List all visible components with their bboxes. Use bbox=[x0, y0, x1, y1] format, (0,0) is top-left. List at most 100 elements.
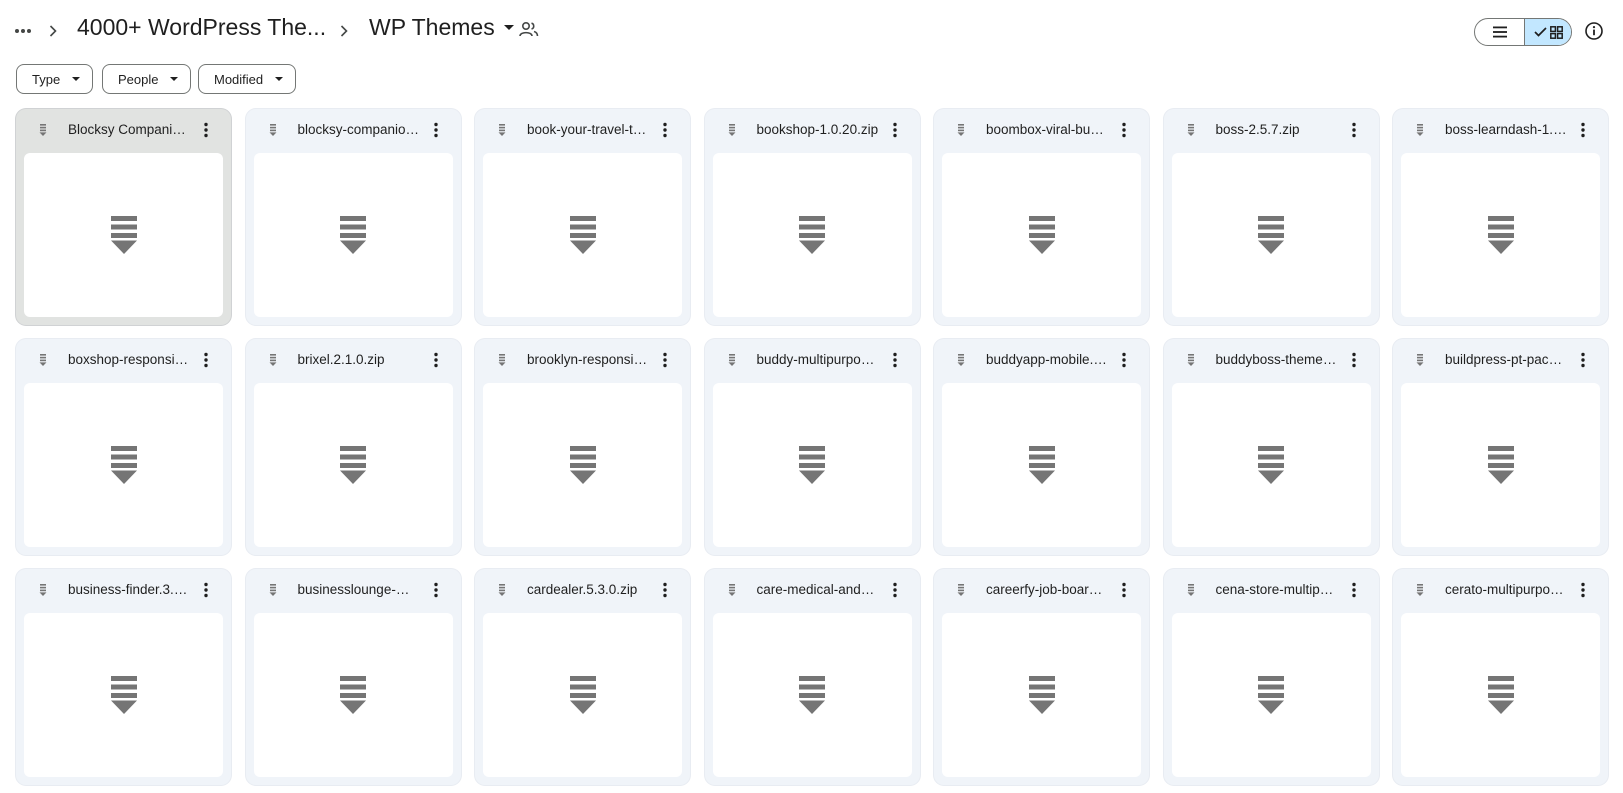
file-card-header: boxshop-responsive.zip bbox=[16, 339, 231, 381]
breadcrumb-current-folder[interactable]: WP Themes bbox=[369, 14, 515, 41]
dropdown-arrow-icon bbox=[170, 77, 179, 81]
file-card-header: buddyapp-mobile.zip bbox=[934, 339, 1149, 381]
file-thumbnail bbox=[712, 613, 912, 777]
check-icon bbox=[1533, 27, 1547, 37]
zip-archive-icon bbox=[1028, 676, 1055, 714]
more-actions-button[interactable] bbox=[885, 350, 905, 370]
more-vert-icon bbox=[1122, 122, 1126, 138]
view-details-button[interactable] bbox=[1584, 21, 1606, 43]
breadcrumb-parent[interactable]: 4000+ WordPress The... bbox=[77, 14, 326, 41]
more-breadcrumbs-button[interactable] bbox=[10, 18, 36, 44]
file-name: Blocksy Companion Pro.zip bbox=[68, 122, 190, 137]
more-vert-icon bbox=[204, 352, 208, 368]
file-card[interactable]: boss-2.5.7.zip bbox=[1163, 109, 1379, 325]
file-card-header: brooklyn-responsive.zip bbox=[475, 339, 690, 381]
file-card[interactable]: buddyapp-mobile.zip bbox=[934, 339, 1149, 555]
more-actions-button[interactable] bbox=[1573, 350, 1593, 370]
more-actions-button[interactable] bbox=[885, 580, 905, 600]
file-thumbnail bbox=[483, 613, 682, 777]
file-card[interactable]: bookshop-1.0.20.zip bbox=[704, 109, 920, 325]
more-actions-button[interactable] bbox=[1573, 120, 1593, 140]
zip-file-icon bbox=[1413, 583, 1427, 597]
zip-archive-icon bbox=[799, 676, 825, 714]
zip-archive-icon bbox=[1487, 216, 1514, 254]
more-actions-button[interactable] bbox=[655, 120, 675, 140]
zip-archive-icon bbox=[569, 446, 596, 484]
type-filter-label: Type bbox=[32, 71, 61, 87]
zip-archive-icon bbox=[1028, 216, 1055, 254]
file-name: buddyboss-theme.zip bbox=[1215, 352, 1338, 367]
more-actions-button[interactable] bbox=[196, 120, 216, 140]
file-card-header: bookshop-1.0.20.zip bbox=[705, 109, 920, 151]
file-card[interactable]: boxshop-responsive.zip bbox=[16, 339, 231, 555]
shared-folder-icon[interactable] bbox=[519, 21, 541, 41]
file-card[interactable]: blocksy-companion-pro.zip bbox=[245, 109, 461, 325]
file-name: boxshop-responsive.zip bbox=[68, 352, 190, 367]
file-card-header: buddyboss-theme.zip bbox=[1164, 339, 1379, 381]
file-thumbnail bbox=[253, 153, 453, 317]
file-card[interactable]: buddy-multipurpose.zip bbox=[704, 339, 920, 555]
file-card-header: business-finder.3.1.zip bbox=[16, 569, 231, 611]
more-actions-button[interactable] bbox=[1114, 350, 1134, 370]
zip-archive-icon bbox=[1028, 446, 1055, 484]
file-card[interactable]: cerato-multipurpose.zip bbox=[1393, 569, 1608, 785]
more-actions-button[interactable] bbox=[885, 120, 905, 140]
file-card[interactable]: cena-store-multipurpose.zip bbox=[1163, 569, 1379, 785]
file-card-header: boss-learndash-1.3.zip bbox=[1393, 109, 1608, 151]
file-card[interactable]: careerfy-job-board.zip bbox=[934, 569, 1149, 785]
type-filter-chip[interactable]: Type bbox=[16, 64, 94, 94]
file-card-header: cardealer.5.3.0.zip bbox=[475, 569, 690, 611]
file-card[interactable]: buddyboss-theme.zip bbox=[1163, 339, 1379, 555]
list-view-button[interactable] bbox=[1475, 19, 1524, 45]
file-card[interactable]: Blocksy Companion Pro.zip bbox=[16, 109, 231, 325]
zip-file-icon bbox=[954, 123, 968, 137]
zip-archive-icon bbox=[340, 446, 366, 484]
dropdown-arrow-icon bbox=[275, 77, 284, 81]
file-thumbnail bbox=[1171, 613, 1371, 777]
grid-view-button[interactable] bbox=[1524, 19, 1571, 45]
file-card-header: careerfy-job-board.zip bbox=[934, 569, 1149, 611]
more-actions-button[interactable] bbox=[196, 580, 216, 600]
file-card[interactable]: businesslounge-multi.zip bbox=[245, 569, 461, 785]
file-card-header: cerato-multipurpose.zip bbox=[1393, 569, 1608, 611]
more-actions-button[interactable] bbox=[426, 350, 446, 370]
file-card[interactable]: boombox-viral-buzz.zip bbox=[934, 109, 1149, 325]
zip-file-icon bbox=[266, 583, 280, 597]
file-card[interactable]: business-finder.3.1.zip bbox=[16, 569, 231, 785]
people-filter-chip[interactable]: People bbox=[102, 64, 192, 94]
file-name: buddyapp-mobile.zip bbox=[986, 352, 1108, 367]
file-card[interactable]: boss-learndash-1.3.zip bbox=[1393, 109, 1608, 325]
more-vert-icon bbox=[204, 122, 208, 138]
more-actions-button[interactable] bbox=[1114, 580, 1134, 600]
file-name: buildpress-pt-pack.zip bbox=[1445, 352, 1567, 367]
zip-archive-icon bbox=[340, 216, 366, 254]
file-name: boombox-viral-buzz.zip bbox=[986, 122, 1108, 137]
more-actions-button[interactable] bbox=[1344, 120, 1364, 140]
zip-archive-icon bbox=[110, 446, 137, 484]
file-card[interactable]: cardealer.5.3.0.zip bbox=[475, 569, 690, 785]
file-card[interactable]: brixel.2.1.0.zip bbox=[245, 339, 461, 555]
more-actions-button[interactable] bbox=[196, 350, 216, 370]
more-actions-button[interactable] bbox=[426, 580, 446, 600]
more-actions-button[interactable] bbox=[655, 580, 675, 600]
more-actions-button[interactable] bbox=[1344, 350, 1364, 370]
file-card-header: book-your-travel-theme.zip bbox=[475, 109, 690, 151]
more-actions-button[interactable] bbox=[426, 120, 446, 140]
file-card-header: buddy-multipurpose.zip bbox=[705, 339, 920, 381]
more-actions-button[interactable] bbox=[1114, 120, 1134, 140]
more-vert-icon bbox=[433, 582, 438, 598]
modified-filter-chip[interactable]: Modified bbox=[198, 64, 297, 94]
zip-file-icon bbox=[495, 583, 509, 597]
file-thumbnail bbox=[483, 153, 682, 317]
zip-file-icon bbox=[954, 353, 968, 367]
more-vert-icon bbox=[1581, 352, 1585, 368]
file-card[interactable]: book-your-travel-theme.zip bbox=[475, 109, 690, 325]
more-actions-button[interactable] bbox=[1344, 580, 1364, 600]
file-card[interactable]: brooklyn-responsive.zip bbox=[475, 339, 690, 555]
current-folder-label: WP Themes bbox=[369, 14, 495, 40]
file-card[interactable]: buildpress-pt-pack.zip bbox=[1393, 339, 1608, 555]
file-name: brooklyn-responsive.zip bbox=[527, 352, 649, 367]
file-card[interactable]: care-medical-and-health.zip bbox=[704, 569, 920, 785]
more-actions-button[interactable] bbox=[1573, 580, 1593, 600]
more-actions-button[interactable] bbox=[655, 350, 675, 370]
